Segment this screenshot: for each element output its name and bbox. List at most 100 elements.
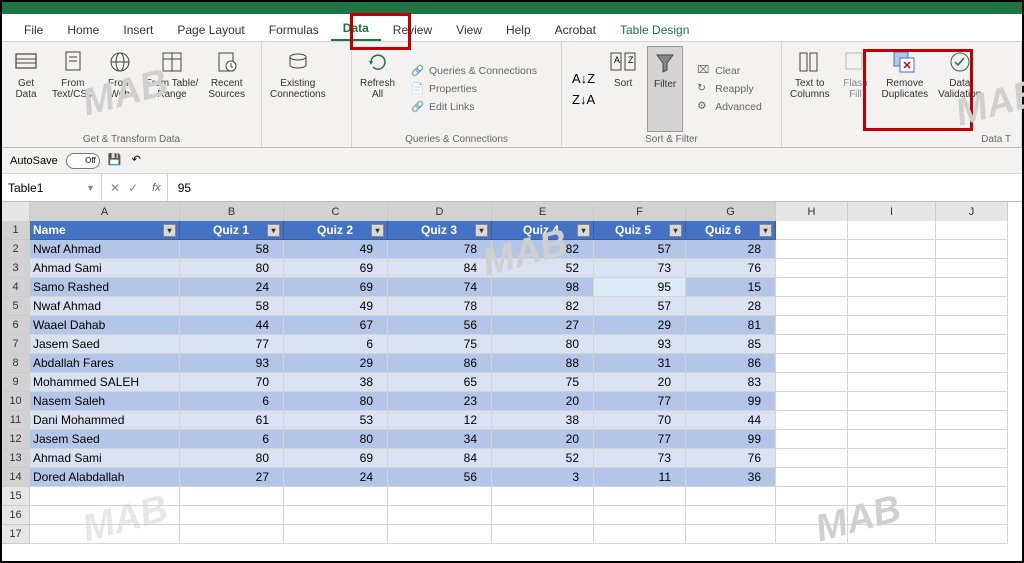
cell-C5[interactable]: 49 <box>284 297 388 316</box>
edit-links-button[interactable]: 🔗Edit Links <box>407 99 541 115</box>
cell-H11[interactable] <box>776 411 848 430</box>
cell-E1[interactable]: Quiz 4▾ <box>492 221 594 240</box>
cell-I15[interactable] <box>848 487 936 506</box>
cell-B4[interactable]: 24 <box>180 278 284 297</box>
undo-icon[interactable]: ↶ <box>132 153 148 169</box>
cell-G6[interactable]: 81 <box>686 316 776 335</box>
name-box[interactable]: Table1▼ <box>2 174 102 201</box>
filter-button-quiz-4[interactable]: ▾ <box>577 224 590 237</box>
cell-E17[interactable] <box>492 525 594 544</box>
cell-C16[interactable] <box>284 506 388 525</box>
row-header-7[interactable]: 7 <box>2 335 30 354</box>
cell-G12[interactable]: 99 <box>686 430 776 449</box>
row-header-17[interactable]: 17 <box>2 525 30 544</box>
cell-J14[interactable] <box>936 468 1008 487</box>
cell-A7[interactable]: Jasem Saed <box>30 335 180 354</box>
cell-I7[interactable] <box>848 335 936 354</box>
cell-J12[interactable] <box>936 430 1008 449</box>
cell-A2[interactable]: Nwaf Ahmad <box>30 240 180 259</box>
cell-D10[interactable]: 23 <box>388 392 492 411</box>
filter-button-quiz-5[interactable]: ▾ <box>669 224 682 237</box>
column-header-B[interactable]: B <box>180 202 284 222</box>
cell-E13[interactable]: 52 <box>492 449 594 468</box>
cell-J8[interactable] <box>936 354 1008 373</box>
cell-A1[interactable]: Name▾ <box>30 221 180 240</box>
row-header-1[interactable]: 1 <box>2 221 30 240</box>
cell-D13[interactable]: 84 <box>388 449 492 468</box>
cell-A8[interactable]: Abdallah Fares <box>30 354 180 373</box>
cell-I2[interactable] <box>848 240 936 259</box>
cell-E4[interactable]: 98 <box>492 278 594 297</box>
cell-E12[interactable]: 20 <box>492 430 594 449</box>
cell-J2[interactable] <box>936 240 1008 259</box>
cell-I12[interactable] <box>848 430 936 449</box>
cell-B5[interactable]: 58 <box>180 297 284 316</box>
cell-H15[interactable] <box>776 487 848 506</box>
cell-G1[interactable]: Quiz 6▾ <box>686 221 776 240</box>
cell-G7[interactable]: 85 <box>686 335 776 354</box>
cell-J5[interactable] <box>936 297 1008 316</box>
cell-F17[interactable] <box>594 525 686 544</box>
cell-B3[interactable]: 80 <box>180 259 284 278</box>
cell-E10[interactable]: 20 <box>492 392 594 411</box>
cell-G2[interactable]: 28 <box>686 240 776 259</box>
cell-F16[interactable] <box>594 506 686 525</box>
cell-A9[interactable]: Mohammed SALEH <box>30 373 180 392</box>
cell-G3[interactable]: 76 <box>686 259 776 278</box>
cell-I14[interactable] <box>848 468 936 487</box>
cell-B12[interactable]: 6 <box>180 430 284 449</box>
recent-sources-button[interactable]: RecentSources <box>206 46 247 132</box>
cell-J13[interactable] <box>936 449 1008 468</box>
cell-J17[interactable] <box>936 525 1008 544</box>
cell-D6[interactable]: 56 <box>388 316 492 335</box>
column-header-A[interactable]: A <box>30 202 180 222</box>
cell-I17[interactable] <box>848 525 936 544</box>
cell-I6[interactable] <box>848 316 936 335</box>
from-web-button[interactable]: FromWeb <box>102 46 138 132</box>
cell-E9[interactable]: 75 <box>492 373 594 392</box>
advanced-button[interactable]: ⚙Advanced <box>693 99 766 115</box>
cell-E3[interactable]: 52 <box>492 259 594 278</box>
cell-G14[interactable]: 36 <box>686 468 776 487</box>
row-header-9[interactable]: 9 <box>2 373 30 392</box>
cell-H13[interactable] <box>776 449 848 468</box>
cell-G13[interactable]: 76 <box>686 449 776 468</box>
menu-insert[interactable]: Insert <box>111 19 165 41</box>
cell-G4[interactable]: 15 <box>686 278 776 297</box>
autosave-toggle[interactable]: Off <box>66 153 100 169</box>
cell-A12[interactable]: Jasem Saed <box>30 430 180 449</box>
flash-fill-button[interactable]: FlashFill <box>837 46 873 132</box>
cell-H1[interactable] <box>776 221 848 240</box>
from-text-csv-button[interactable]: FromText/CSV <box>50 46 96 132</box>
cell-F3[interactable]: 73 <box>594 259 686 278</box>
cell-B17[interactable] <box>180 525 284 544</box>
filter-button-quiz-3[interactable]: ▾ <box>475 224 488 237</box>
menu-review[interactable]: Review <box>381 19 444 41</box>
cell-E6[interactable]: 27 <box>492 316 594 335</box>
column-header-J[interactable]: J <box>936 202 1008 222</box>
row-header-4[interactable]: 4 <box>2 278 30 297</box>
cell-I11[interactable] <box>848 411 936 430</box>
cell-H3[interactable] <box>776 259 848 278</box>
cell-A6[interactable]: Waael Dahab <box>30 316 180 335</box>
cell-D5[interactable]: 78 <box>388 297 492 316</box>
column-header-I[interactable]: I <box>848 202 936 222</box>
column-header-F[interactable]: F <box>594 202 686 222</box>
cell-B11[interactable]: 61 <box>180 411 284 430</box>
cell-C14[interactable]: 24 <box>284 468 388 487</box>
sort-asc-button[interactable]: A↓Z <box>572 71 595 86</box>
cell-B1[interactable]: Quiz 1▾ <box>180 221 284 240</box>
cell-I9[interactable] <box>848 373 936 392</box>
cell-H5[interactable] <box>776 297 848 316</box>
cell-F14[interactable]: 11 <box>594 468 686 487</box>
cell-H8[interactable] <box>776 354 848 373</box>
cell-F4[interactable]: 95 <box>594 278 686 297</box>
row-header-10[interactable]: 10 <box>2 392 30 411</box>
filter-button[interactable]: Filter <box>647 46 683 132</box>
properties-button[interactable]: 📄Properties <box>407 81 541 97</box>
cell-B15[interactable] <box>180 487 284 506</box>
cell-A5[interactable]: Nwaf Ahmad <box>30 297 180 316</box>
cell-A13[interactable]: Ahmad Sami <box>30 449 180 468</box>
cell-C1[interactable]: Quiz 2▾ <box>284 221 388 240</box>
get-data-button[interactable]: GetData <box>8 46 44 132</box>
